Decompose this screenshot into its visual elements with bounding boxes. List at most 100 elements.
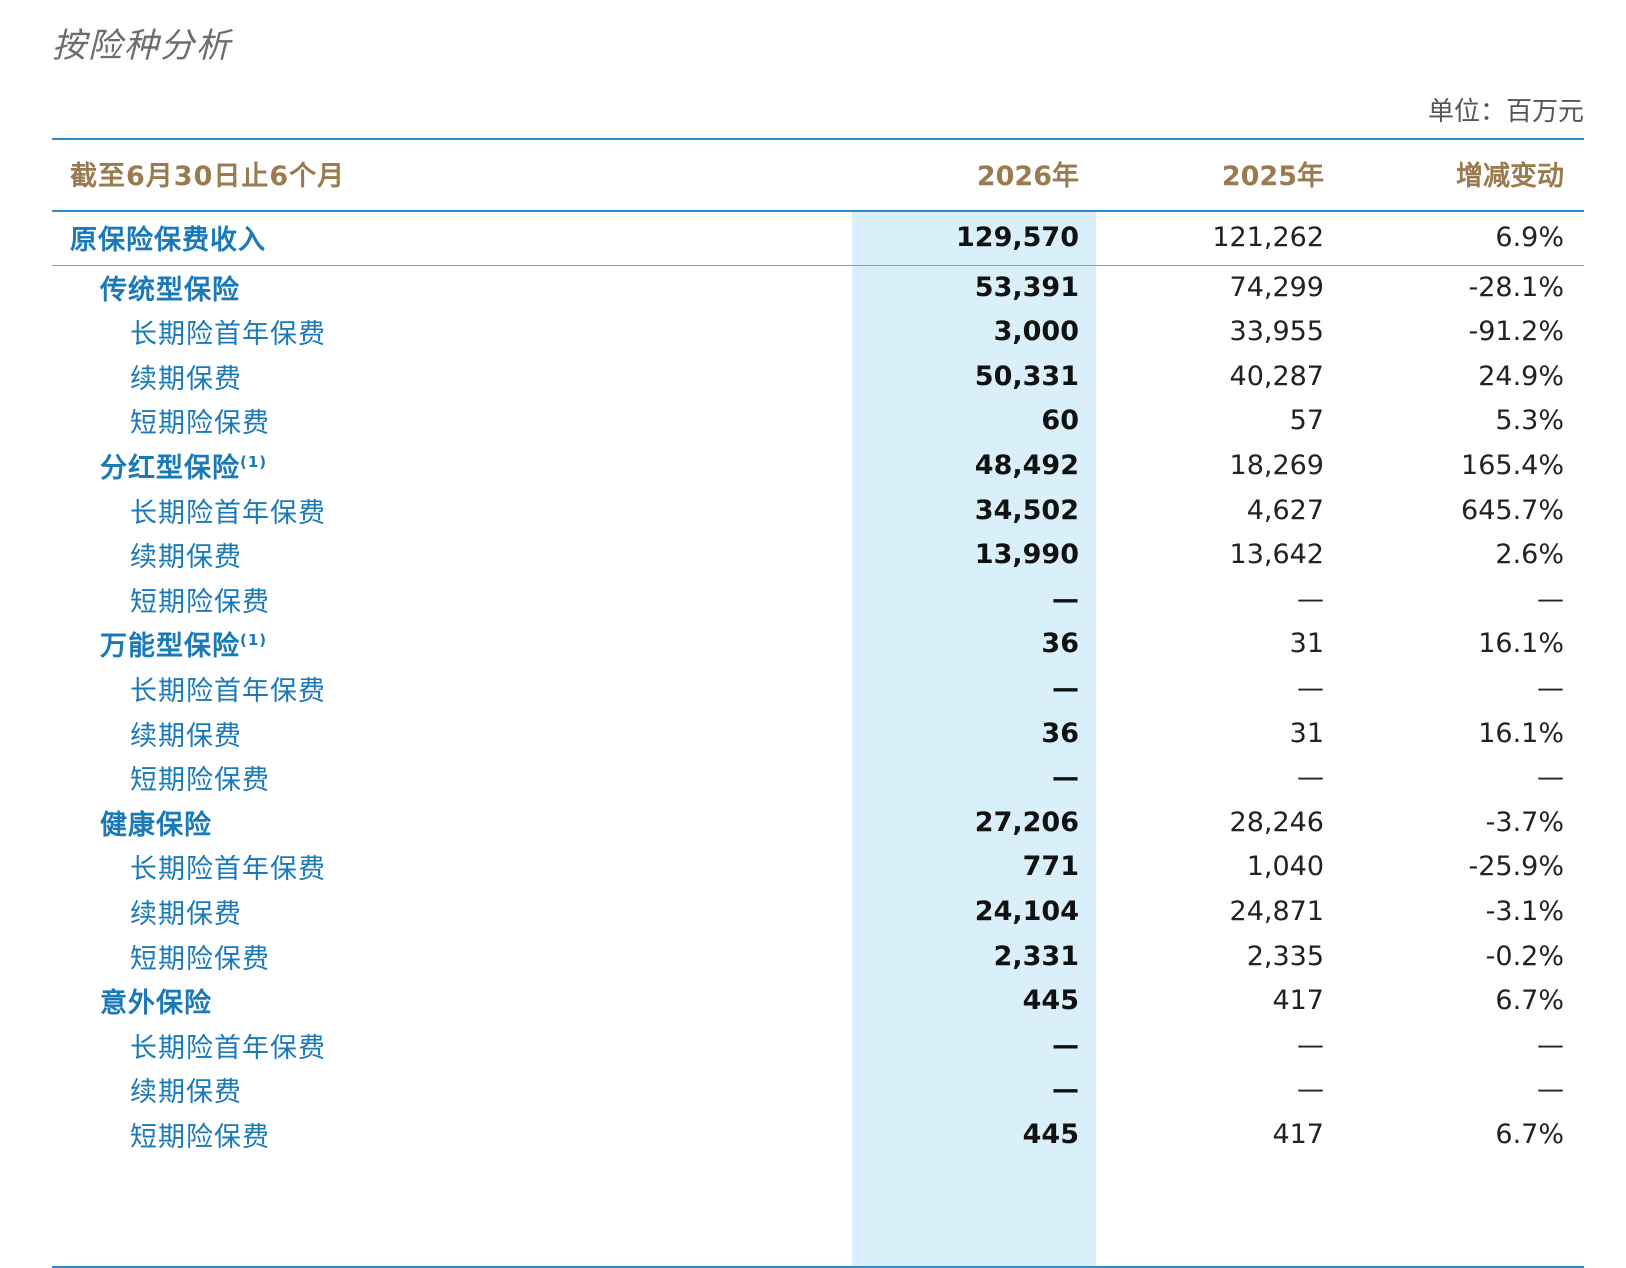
value-2025: 40,287: [1229, 360, 1324, 392]
row-label: 短期险保费: [130, 937, 270, 976]
header-2025: 2025年: [1221, 160, 1324, 192]
row-label-text: 万能型保险: [100, 631, 240, 663]
footnote-marker: (1): [240, 631, 268, 650]
row-label-text: 原保险保费收入: [70, 224, 266, 256]
row-label-text: 短期险保费: [130, 765, 270, 797]
value-change: -28.1%: [1468, 271, 1564, 303]
page-title: 按险种分析: [52, 26, 232, 66]
table-row: 短期险保费 445 417 6.7%: [52, 1111, 1584, 1157]
value-2026: 3,000: [993, 316, 1079, 348]
row-label: 短期险保费: [130, 580, 270, 619]
value-change: 645.7%: [1461, 494, 1564, 526]
row-label-text: 短期险保费: [130, 408, 270, 440]
row-label-text: 健康保险: [100, 809, 212, 841]
value-2025: —: [1297, 1029, 1324, 1061]
value-change: 24.9%: [1478, 360, 1564, 392]
row-label-text: 分红型保险: [100, 452, 240, 484]
footnote-marker: (1): [240, 452, 268, 471]
value-2026: 2,331: [993, 940, 1079, 972]
value-2026: —: [1052, 672, 1079, 704]
value-2026: 50,331: [974, 360, 1079, 392]
value-change: -3.7%: [1485, 806, 1564, 838]
unit-label: 单位：百万元: [1427, 97, 1584, 127]
table-row: 长期险首年保费 34,502 4,627 645.7%: [52, 487, 1584, 533]
row-label-text: 续期保费: [130, 542, 242, 574]
value-change: 16.1%: [1478, 717, 1564, 749]
row-label-text: 意外保险: [100, 988, 212, 1020]
value-2026: 36: [1041, 628, 1079, 660]
value-2025: —: [1297, 1074, 1324, 1106]
row-label: 续期保费: [130, 357, 242, 396]
table-row: 长期险首年保费 771 1,040 -25.9%: [52, 844, 1584, 890]
row-label: 续期保费: [130, 1070, 242, 1109]
value-change: -91.2%: [1468, 316, 1564, 348]
table-row: 短期险保费 60 57 5.3%: [52, 398, 1584, 444]
row-label: 短期险保费: [130, 401, 270, 440]
header-rule: [52, 210, 1584, 212]
value-2025: 33,955: [1229, 316, 1324, 348]
row-label-text: 长期险首年保费: [130, 675, 326, 707]
value-2026: 771: [1022, 851, 1079, 883]
row-label: 长期险首年保费: [130, 847, 326, 886]
row-label-text: 传统型保险: [100, 274, 240, 306]
value-change: -3.1%: [1485, 895, 1564, 927]
value-change: -25.9%: [1468, 851, 1564, 883]
row-label: 意外保险: [100, 981, 212, 1020]
table-row: 健康保险 27,206 28,246 -3.7%: [52, 799, 1584, 845]
value-2025: 57: [1289, 405, 1324, 437]
table-row: 短期险保费 2,331 2,335 -0.2%: [52, 933, 1584, 979]
value-2026: 445: [1022, 985, 1079, 1017]
value-change: —: [1537, 583, 1564, 615]
value-2026: 13,990: [974, 539, 1079, 571]
value-change: —: [1537, 1074, 1564, 1106]
table-header: 截至6月30日止6个月 2026年 2025年 增减变动: [52, 150, 1584, 196]
value-2026: 129,570: [956, 221, 1079, 253]
table-row: 续期保费 — — —: [52, 1067, 1584, 1113]
value-2026: —: [1052, 1074, 1079, 1106]
value-2025: 28,246: [1229, 806, 1324, 838]
table-row: 意外保险 445 417 6.7%: [52, 978, 1584, 1024]
row-label-text: 短期险保费: [130, 1121, 270, 1153]
value-2026: 60: [1041, 405, 1079, 437]
row-label-text: 续期保费: [130, 1077, 242, 1109]
value-2026: 36: [1041, 717, 1079, 749]
row-label-text: 长期险首年保费: [130, 497, 326, 529]
value-2025: 2,335: [1246, 940, 1324, 972]
value-2025: 24,871: [1229, 895, 1324, 927]
value-2025: —: [1297, 583, 1324, 615]
value-2025: 31: [1289, 717, 1324, 749]
value-2026: 24,104: [974, 895, 1079, 927]
value-2026: —: [1052, 583, 1079, 615]
table-top-rule: [52, 138, 1584, 140]
table-row: 续期保费 24,104 24,871 -3.1%: [52, 888, 1584, 934]
table-row: 长期险首年保费 3,000 33,955 -91.2%: [52, 309, 1584, 355]
row-label: 原保险保费收入: [70, 218, 266, 257]
value-2025: 4,627: [1246, 494, 1324, 526]
value-2025: —: [1297, 762, 1324, 794]
value-change: —: [1537, 1029, 1564, 1061]
table-row: 续期保费 13,990 13,642 2.6%: [52, 532, 1584, 578]
row-label: 长期险首年保费: [130, 1026, 326, 1065]
row-label: 短期险保费: [130, 1115, 270, 1154]
value-2026: 27,206: [974, 806, 1079, 838]
row-label: 万能型保险(1): [100, 624, 267, 663]
row-label-text: 续期保费: [130, 898, 242, 930]
row-label: 健康保险: [100, 803, 212, 842]
row-label: 传统型保险: [100, 268, 240, 307]
value-2025: —: [1297, 672, 1324, 704]
row-label-text: 长期险首年保费: [130, 1032, 326, 1064]
table-row: 万能型保险(1) 36 31 16.1%: [52, 621, 1584, 667]
header-2026: 2026年: [976, 160, 1079, 192]
table-row: 传统型保险 53,391 74,299 -28.1%: [52, 264, 1584, 310]
value-change: -0.2%: [1485, 940, 1564, 972]
value-change: 6.9%: [1495, 221, 1564, 253]
row-label-text: 短期险保费: [130, 586, 270, 618]
value-change: 5.3%: [1495, 405, 1564, 437]
table-row: 长期险首年保费 — — —: [52, 1022, 1584, 1068]
row-label-text: 续期保费: [130, 363, 242, 395]
table-row: 长期险首年保费 — — —: [52, 665, 1584, 711]
value-2026: 48,492: [974, 449, 1079, 481]
value-2026: —: [1052, 762, 1079, 794]
row-label: 长期险首年保费: [130, 669, 326, 708]
value-change: 16.1%: [1478, 628, 1564, 660]
